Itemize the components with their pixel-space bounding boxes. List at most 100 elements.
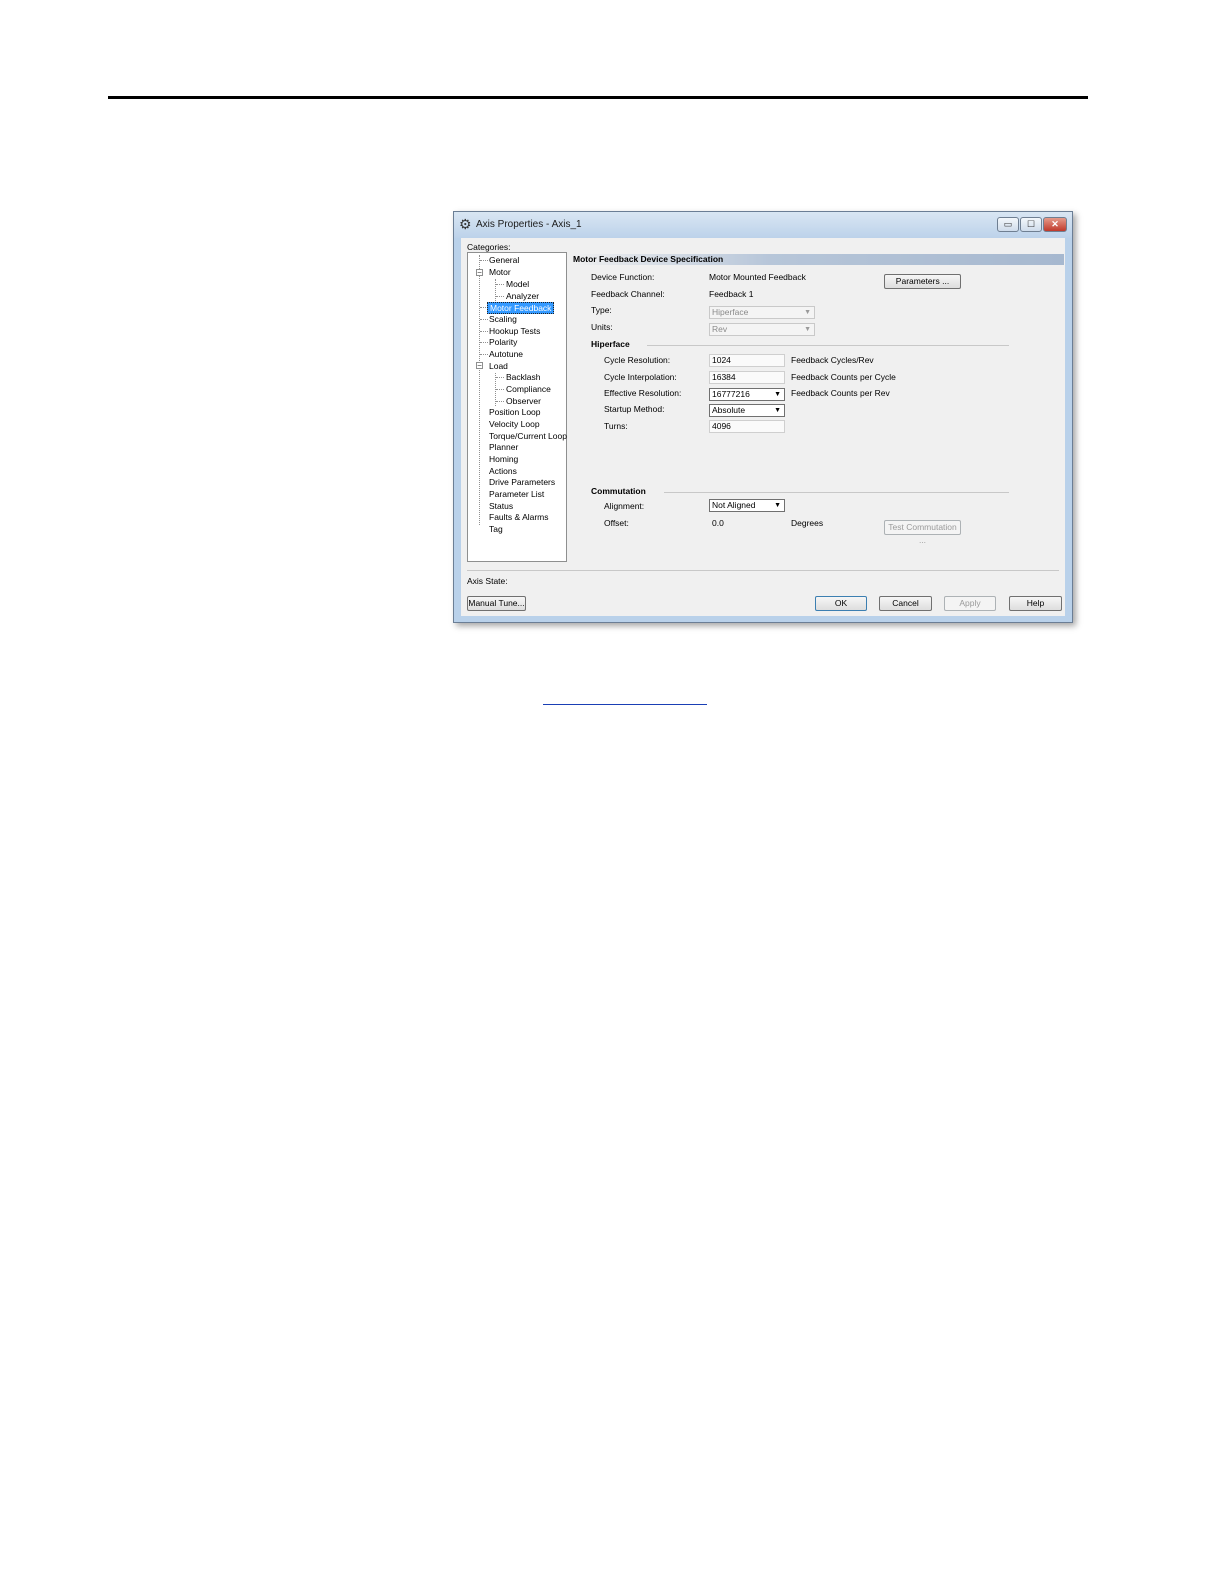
startup-method-select[interactable]: Absolute ▼	[709, 404, 785, 417]
tree-item-load[interactable]: Load	[489, 361, 508, 371]
tree-branch	[480, 342, 488, 343]
maximize-button[interactable]: ☐	[1020, 217, 1042, 232]
tree-item-homing[interactable]: Homing	[489, 454, 518, 464]
tree-branch	[496, 377, 504, 378]
cycle-interpolation-unit: Feedback Counts per Cycle	[791, 372, 896, 382]
tree-item-faults-alarms[interactable]: Faults & Alarms	[489, 512, 549, 522]
apply-button[interactable]: Apply	[944, 596, 996, 611]
tree-item-actions[interactable]: Actions	[489, 466, 517, 476]
tree-item-general[interactable]: General	[489, 255, 519, 265]
tree-branch	[480, 260, 488, 261]
footer-separator	[467, 570, 1059, 571]
load-collapse-icon[interactable]: −	[476, 362, 483, 370]
tree-item-backlash[interactable]: Backlash	[506, 372, 541, 382]
effective-resolution-label: Effective Resolution:	[604, 388, 682, 398]
cycle-resolution-field: 1024	[709, 354, 785, 367]
section-title: Motor Feedback Device Specification	[572, 254, 1064, 265]
effective-resolution-select[interactable]: 16777216 ▼	[709, 388, 785, 401]
chevron-down-icon: ▼	[774, 502, 781, 509]
tree-item-polarity[interactable]: Polarity	[489, 337, 517, 347]
motor-collapse-icon[interactable]: −	[476, 269, 483, 277]
chevron-down-icon: ▼	[804, 309, 811, 316]
help-button[interactable]: Help	[1009, 596, 1062, 611]
tree-item-hookup-tests[interactable]: Hookup Tests	[489, 326, 540, 336]
tree-branch	[480, 354, 488, 355]
categories-tree[interactable]: − − General Motor Model Analyzer Motor F…	[467, 252, 567, 562]
offset-unit: Degrees	[791, 518, 824, 528]
tree-item-observer[interactable]: Observer	[506, 396, 541, 406]
tree-branch	[496, 296, 504, 297]
tree-item-compliance[interactable]: Compliance	[506, 384, 551, 394]
effective-resolution-unit: Feedback Counts per Rev	[791, 388, 890, 398]
device-function-label: Device Function:	[591, 272, 655, 282]
tree-item-motor[interactable]: Motor	[489, 267, 511, 277]
offset-value: 0.0	[712, 518, 724, 528]
gear-icon: ⚙	[459, 216, 472, 232]
tree-item-model[interactable]: Model	[506, 279, 529, 289]
categories-label: Categories:	[467, 242, 511, 252]
cycle-resolution-label: Cycle Resolution:	[604, 355, 671, 365]
hyperlink-underline[interactable]	[543, 704, 707, 705]
hiperface-group-rule	[647, 345, 1009, 346]
cycle-interpolation-value: 16384	[712, 372, 736, 382]
chevron-down-icon: ▼	[774, 407, 781, 414]
tree-item-torque-current-loop[interactable]: Torque/Current Loop	[489, 431, 567, 441]
page-header-rule	[108, 96, 1088, 99]
tree-item-analyzer[interactable]: Analyzer	[506, 291, 539, 301]
type-select-value: Hiperface	[712, 307, 749, 317]
feedback-channel-value: Feedback 1	[709, 289, 754, 299]
alignment-label: Alignment:	[604, 501, 645, 511]
type-select[interactable]: Hiperface ▼	[709, 306, 815, 319]
tree-item-scaling[interactable]: Scaling	[489, 314, 517, 324]
tree-branch	[496, 389, 504, 390]
chevron-down-icon: ▼	[774, 391, 781, 398]
tree-guide-motor	[495, 279, 496, 301]
cycle-resolution-value: 1024	[712, 355, 731, 365]
close-button[interactable]: ✕	[1043, 217, 1067, 232]
cycle-interpolation-field: 16384	[709, 371, 785, 384]
tree-item-parameter-list[interactable]: Parameter List	[489, 489, 544, 499]
cancel-button[interactable]: Cancel	[879, 596, 932, 611]
tree-item-status[interactable]: Status	[489, 501, 513, 511]
alignment-value: Not Aligned	[712, 500, 756, 510]
chevron-down-icon: ▼	[804, 326, 811, 333]
effective-resolution-value: 16777216	[712, 389, 750, 399]
offset-field[interactable]: 0.0	[709, 517, 785, 530]
tree-branch	[496, 284, 504, 285]
units-label: Units:	[591, 322, 613, 332]
dialog-client-area: Categories: − − General Motor Model Anal…	[461, 238, 1065, 616]
type-label: Type:	[591, 305, 612, 315]
tree-item-autotune[interactable]: Autotune	[489, 349, 523, 359]
device-function-value: Motor Mounted Feedback	[709, 272, 806, 282]
minimize-button[interactable]: ▭	[997, 217, 1019, 232]
tree-item-velocity-loop[interactable]: Velocity Loop	[489, 419, 540, 429]
turns-label: Turns:	[604, 421, 628, 431]
startup-method-value: Absolute	[712, 405, 746, 415]
tree-guide-root	[479, 255, 480, 525]
title-bar[interactable]: ⚙ Axis Properties - Axis_1 ▭ ☐ ✕	[454, 212, 1072, 238]
alignment-select[interactable]: Not Aligned ▼	[709, 499, 785, 512]
commutation-group-title: Commutation	[591, 486, 646, 496]
tree-item-drive-parameters[interactable]: Drive Parameters	[489, 477, 555, 487]
parameters-button[interactable]: Parameters ...	[884, 274, 961, 289]
units-select-value: Rev	[712, 324, 728, 334]
tree-item-motor-feedback[interactable]: Motor Feedback	[487, 302, 555, 314]
tree-branch	[480, 319, 488, 320]
offset-label: Offset:	[604, 518, 629, 528]
turns-field: 4096	[709, 420, 785, 433]
commutation-group-rule	[664, 492, 1009, 493]
cycle-interpolation-label: Cycle Interpolation:	[604, 372, 677, 382]
axis-state-label: Axis State:	[467, 576, 508, 586]
turns-value: 4096	[712, 421, 731, 431]
tree-item-planner[interactable]: Planner	[489, 442, 518, 452]
units-select[interactable]: Rev ▼	[709, 323, 815, 336]
tree-item-tag[interactable]: Tag	[489, 524, 503, 534]
test-commutation-button[interactable]: Test Commutation ...	[884, 520, 961, 545]
tree-branch	[480, 331, 488, 332]
ok-button[interactable]: OK	[815, 596, 867, 611]
tree-branch	[496, 401, 504, 402]
manual-tune-button[interactable]: Manual Tune...	[467, 596, 526, 611]
tree-item-position-loop[interactable]: Position Loop	[489, 407, 541, 417]
cycle-resolution-unit: Feedback Cycles/Rev	[791, 355, 874, 365]
window-title: Axis Properties - Axis_1	[476, 219, 582, 230]
